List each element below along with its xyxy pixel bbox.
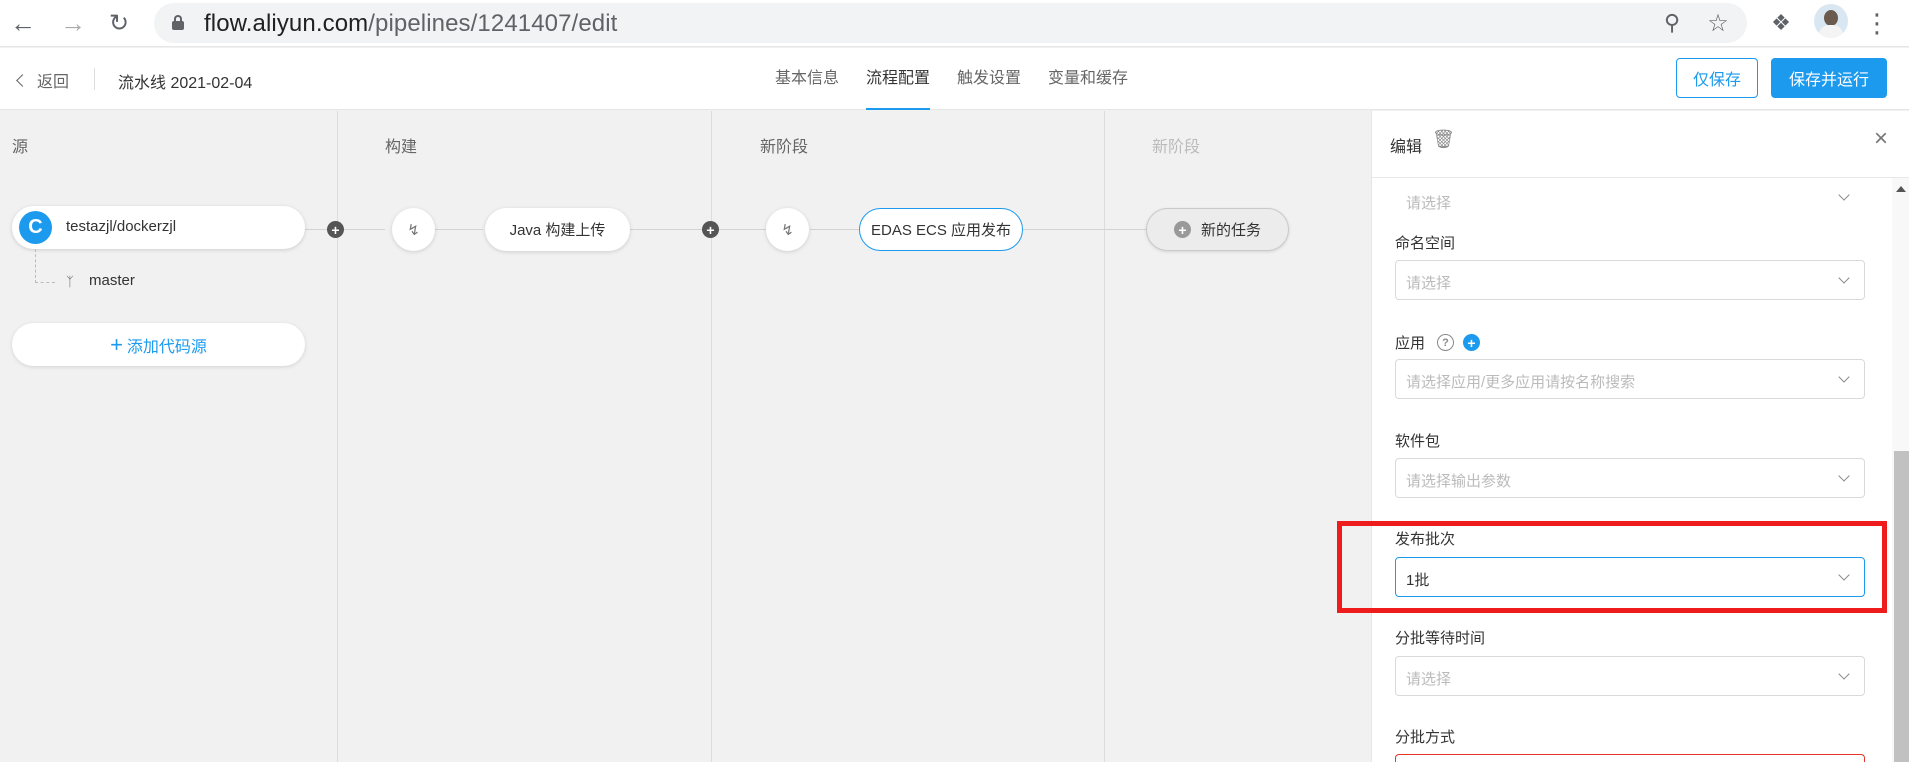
source-card[interactable]: C testazjl/dockerzjl <box>12 206 305 249</box>
plus-icon: + <box>110 331 123 357</box>
select-value: 请选择输出参数 <box>1406 473 1512 490</box>
save-only-button[interactable]: 仅保存 <box>1676 58 1758 98</box>
package-select[interactable]: 请选择输出参数 <box>1395 458 1865 498</box>
field-label-application: 应用 <box>1395 335 1426 352</box>
task-java-build[interactable]: Java 构建上传 <box>485 208 630 251</box>
back-arrow-icon[interactable]: ← <box>6 6 40 40</box>
tab-variables-cache[interactable]: 变量和缓存 <box>1048 48 1128 110</box>
chevron-down-icon <box>1838 668 1850 680</box>
select-value: 请选择 <box>1406 275 1452 292</box>
save-and-run-button[interactable]: 保存并运行 <box>1771 58 1887 98</box>
stage-label-build[interactable]: 构建 <box>385 133 417 157</box>
connector-line <box>1022 229 1148 230</box>
codeup-logo-icon: C <box>19 211 52 244</box>
stage-label-new-stage[interactable]: 新阶段 <box>760 133 808 157</box>
connector-line <box>628 229 768 230</box>
extensions-puzzle-icon[interactable]: ❖ <box>1764 6 1798 40</box>
browser-toolbar: ← → ↻ flow.aliyun.com/pipelines/1241407/… <box>0 0 1909 47</box>
connector-line <box>435 229 483 230</box>
address-bar[interactable]: flow.aliyun.com/pipelines/1241407/edit ⚲… <box>154 3 1747 43</box>
tab-bar: 基本信息 流程配置 触发设置 变量和缓存 <box>775 48 1128 110</box>
field-label-namespace: 命名空间 <box>1395 235 1456 252</box>
chevron-down-icon <box>1838 470 1850 482</box>
add-source-button[interactable]: + 添加代码源 <box>12 323 305 366</box>
plus-circle-icon: + <box>1173 221 1191 238</box>
select-value: 请选择应用/更多应用请按名称搜索 <box>1406 374 1636 391</box>
select-value: 请选择 <box>1406 671 1452 688</box>
close-icon[interactable]: × <box>1874 127 1888 151</box>
application-select[interactable]: 请选择应用/更多应用请按名称搜索 <box>1395 359 1865 399</box>
profile-avatar[interactable] <box>1814 4 1848 38</box>
chevron-left-icon <box>16 74 29 87</box>
stage-divider <box>1104 111 1105 762</box>
highlight-box <box>1337 521 1887 613</box>
field-label-package: 软件包 <box>1395 433 1441 450</box>
edit-panel: 编辑 🗑 × 请选择 命名空间 请选择 应用 ? + 请选择应用/更多应用请按名… <box>1371 111 1909 762</box>
batch-wait-select[interactable]: 请选择 <box>1395 656 1865 696</box>
panel-title: 编辑 <box>1390 139 1423 156</box>
field-label-batch-wait: 分批等待时间 <box>1395 630 1486 647</box>
connector-line <box>305 229 385 230</box>
select-value: 请选择 <box>1406 195 1452 212</box>
chevron-down-icon <box>1838 189 1850 201</box>
stage-label-source: 源 <box>12 139 29 156</box>
app-header: 返回 流水线 2021-02-04 基本信息 流程配置 触发设置 变量和缓存 仅… <box>0 48 1909 110</box>
url-domain: flow.aliyun.com <box>204 10 369 37</box>
source-repo-name: testazjl/dockerzjl <box>66 218 177 235</box>
scrollbar-thumb[interactable] <box>1894 451 1909 762</box>
field-label-batch-mode: 分批方式 <box>1395 729 1456 746</box>
trigger-bolt-icon[interactable]: ↯ <box>392 208 435 251</box>
panel-header: 编辑 🗑 × <box>1372 111 1909 178</box>
tab-flow-config[interactable]: 流程配置 <box>866 48 931 110</box>
help-icon[interactable]: ? <box>1437 334 1454 351</box>
add-source-label: 添加代码源 <box>126 338 207 356</box>
branch-icon: ᛉ <box>66 274 74 289</box>
trigger-bolt-icon[interactable]: ↯ <box>766 208 809 251</box>
forward-arrow-icon[interactable]: → <box>56 6 90 40</box>
chevron-down-icon <box>1838 371 1850 383</box>
kebab-menu-icon[interactable]: ⋮ <box>1860 6 1894 40</box>
star-icon[interactable]: ☆ <box>1703 9 1733 37</box>
lock-icon <box>172 15 184 30</box>
tab-trigger-settings[interactable]: 触发设置 <box>957 48 1021 110</box>
tab-basic-info[interactable]: 基本信息 <box>775 48 839 110</box>
back-label: 返回 <box>37 74 70 91</box>
add-stage-plus-icon[interactable]: + <box>702 221 719 238</box>
connector-line <box>810 229 860 230</box>
new-task-label: 新的任务 <box>1200 222 1261 239</box>
trash-icon[interactable]: 🗑 <box>1432 129 1455 150</box>
chevron-down-icon <box>1838 272 1850 284</box>
pipeline-title: 流水线 2021-02-04 <box>118 75 253 92</box>
stage-divider <box>711 111 712 762</box>
back-link[interactable]: 返回 <box>16 68 70 92</box>
header-divider <box>94 68 95 90</box>
pipeline-canvas: 源 构建 新阶段 新阶段 C testazjl/dockerzjl ᛉ mast… <box>0 111 1371 762</box>
namespace-select[interactable]: 请选择 <box>1395 260 1865 300</box>
scroll-up-arrow-icon[interactable] <box>1896 186 1906 192</box>
new-task-button[interactable]: + 新的任务 <box>1146 208 1289 251</box>
reload-icon[interactable]: ↻ <box>102 6 136 40</box>
url-text: flow.aliyun.com/pipelines/1241407/edit <box>204 10 617 38</box>
source-branch-name: master <box>89 272 135 289</box>
task-edas-deploy[interactable]: EDAS ECS 应用发布 <box>859 208 1023 251</box>
batch-mode-select[interactable] <box>1395 754 1865 762</box>
add-stage-plus-icon[interactable]: + <box>327 221 344 238</box>
stage-label-new-stage-placeholder[interactable]: 新阶段 <box>1152 133 1200 157</box>
stage-divider <box>337 111 338 762</box>
add-application-icon[interactable]: + <box>1463 334 1480 351</box>
zoom-icon[interactable]: ⚲ <box>1657 9 1687 37</box>
branch-connector <box>35 249 55 283</box>
url-path: /pipelines/1241407/edit <box>368 10 618 37</box>
